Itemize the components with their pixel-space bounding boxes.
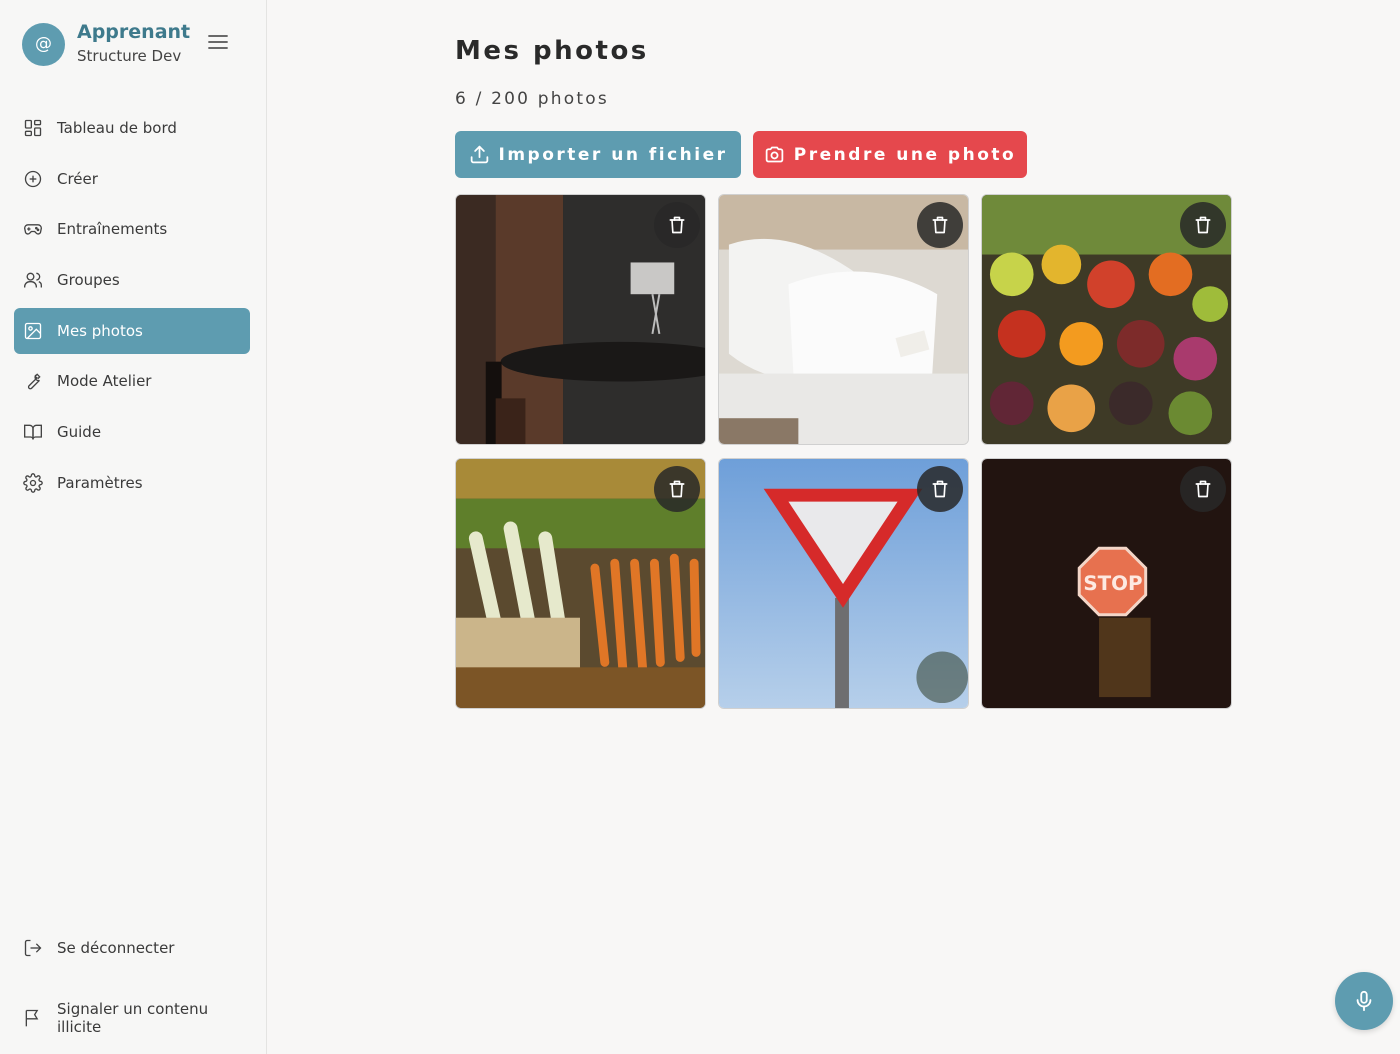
delete-photo-button[interactable] xyxy=(917,466,963,512)
photo-count: 6 / 200 photos xyxy=(455,89,609,109)
trash-icon xyxy=(669,480,685,498)
microphone-button[interactable] xyxy=(1335,972,1393,1030)
sidebar-item-entrainements[interactable]: Entraînements xyxy=(14,206,250,252)
sidebar-item-label: Entraînements xyxy=(57,220,168,239)
logout-icon xyxy=(24,939,42,957)
page-title: Mes photos xyxy=(455,36,649,66)
sidebar-item-label: Groupes xyxy=(57,271,120,290)
report-content-button[interactable]: Signaler un contenu illicite xyxy=(14,995,250,1041)
delete-photo-button[interactable] xyxy=(654,466,700,512)
flag-icon xyxy=(25,1009,39,1027)
microphone-icon xyxy=(1356,990,1372,1012)
gear-icon xyxy=(23,473,43,493)
sidebar-item-parametres[interactable]: Paramètres xyxy=(14,460,250,506)
photo-card[interactable] xyxy=(455,194,706,445)
hamburger-menu-icon[interactable] xyxy=(207,33,229,51)
sidebar-item-mes-photos[interactable]: Mes photos xyxy=(14,307,250,354)
take-photo-button[interactable]: Prendre une photo xyxy=(753,131,1027,178)
users-icon xyxy=(24,272,42,288)
import-file-label: Importer un fichier xyxy=(498,144,728,165)
sidebar-item-guide[interactable]: Guide xyxy=(14,409,250,455)
sidebar-bottom-nav: Se déconnecter Signaler un contenu illic… xyxy=(14,925,250,1041)
import-file-button[interactable]: Importer un fichier xyxy=(455,131,741,178)
sidebar-item-label: Guide xyxy=(57,423,102,442)
sidebar-item-tableau-de-bord[interactable]: Tableau de bord xyxy=(14,105,250,151)
profile-text: Apprenant Structure Dev xyxy=(77,21,190,67)
sidebar-nav: Tableau de bord Créer Entraînements Grou… xyxy=(14,105,250,511)
trash-icon xyxy=(932,216,948,234)
sidebar-item-mode-atelier[interactable]: Mode Atelier xyxy=(14,358,250,404)
camera-icon xyxy=(765,146,784,163)
sidebar-item-creer[interactable]: Créer xyxy=(14,156,250,202)
sidebar-item-groupes[interactable]: Groupes xyxy=(14,257,250,303)
delete-photo-button[interactable] xyxy=(1180,202,1226,248)
photo-card[interactable] xyxy=(981,194,1232,445)
profile-name: Apprenant xyxy=(77,21,191,43)
report-label-line1: Signaler un contenu xyxy=(57,1000,209,1018)
photo-card[interactable] xyxy=(718,194,969,445)
trash-icon xyxy=(1195,480,1211,498)
gamepad-icon xyxy=(23,224,43,235)
take-photo-label: Prendre une photo xyxy=(793,144,1017,165)
book-icon xyxy=(24,424,42,440)
trash-icon xyxy=(1195,216,1211,234)
dashboard-icon xyxy=(24,119,42,137)
plus-circle-icon xyxy=(24,170,42,187)
photo-card[interactable]: STOP xyxy=(981,458,1232,709)
image-icon xyxy=(24,322,42,339)
sidebar-item-label: Créer xyxy=(57,169,98,188)
delete-photo-button[interactable] xyxy=(1180,466,1226,512)
profile-subtitle: Structure Dev xyxy=(77,47,182,65)
svg-text:STOP: STOP xyxy=(1083,572,1142,595)
photo-card[interactable] xyxy=(455,458,706,709)
wrench-icon xyxy=(27,373,41,390)
sidebar-item-label: Mes photos xyxy=(57,321,143,340)
photo-card[interactable] xyxy=(718,458,969,709)
sidebar-item-label: Tableau de bord xyxy=(57,119,177,137)
sidebar: @ Apprenant Structure Dev Tableau de bor… xyxy=(0,0,267,1054)
avatar[interactable]: @ xyxy=(22,22,65,66)
report-label: Signaler un contenu illicite xyxy=(57,1000,208,1036)
logout-button[interactable]: Se déconnecter xyxy=(14,925,250,971)
logout-label: Se déconnecter xyxy=(57,939,175,957)
trash-icon xyxy=(669,216,685,234)
upload-icon xyxy=(470,145,488,164)
report-label-line2: illicite xyxy=(57,1018,102,1036)
sidebar-item-label: Paramètres xyxy=(57,473,143,492)
delete-photo-button[interactable] xyxy=(654,202,700,248)
sidebar-item-label: Mode Atelier xyxy=(57,372,152,391)
trash-icon xyxy=(932,480,948,498)
profile: @ Apprenant Structure Dev xyxy=(22,21,190,67)
delete-photo-button[interactable] xyxy=(917,202,963,248)
